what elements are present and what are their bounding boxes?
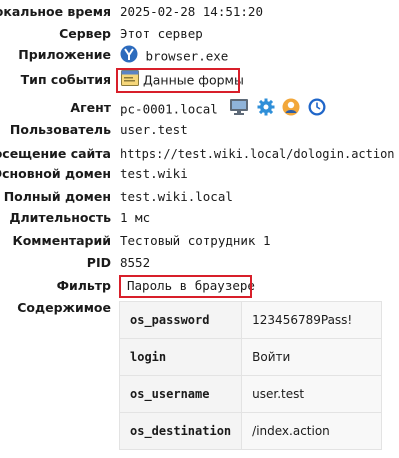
clock-icon[interactable] (308, 98, 326, 122)
application-label: Приложение (18, 47, 111, 62)
content-key: os_username (118, 375, 243, 413)
row-pid: PID 8552 (0, 253, 399, 273)
table-row: os_password 123456789Pass! (118, 301, 382, 339)
primary-domain-label: Основной домен (0, 166, 111, 181)
table-row: os_username user.test (118, 375, 382, 413)
content-value: user.test (241, 375, 382, 413)
server-label: Сервер (59, 26, 111, 41)
site-visit-label: Посещение сайта (0, 146, 111, 161)
full-domain-label: Полный домен (3, 189, 111, 204)
user-value: user.test (120, 122, 188, 137)
row-site-visit: Посещение сайта https://test.wiki.local/… (0, 144, 399, 164)
comment-value: Тестовый сотрудник 1 (120, 233, 271, 248)
row-user: Пользователь user.test (0, 120, 399, 140)
primary-domain-value: test.wiki (120, 166, 188, 181)
pid-label: PID (86, 255, 111, 270)
gear-icon[interactable] (257, 98, 275, 122)
content-key: os_password (118, 301, 243, 339)
user-icon[interactable] (282, 98, 300, 122)
filter-highlight (119, 275, 252, 298)
duration-label: Длительность (9, 210, 111, 225)
site-visit-value: https://test.wiki.local/dologin.action (120, 147, 395, 161)
duration-value: 1 мс (120, 210, 151, 225)
row-local-time: Локальное время 2025-02-28 14:51:20 (0, 2, 399, 22)
local-time-value: 2025-02-28 14:51:20 (120, 4, 263, 19)
row-application: Приложение browser.exe (0, 45, 399, 65)
application-value: browser.exe (145, 48, 229, 64)
row-comment: Комментарий Тестовый сотрудник 1 (0, 231, 399, 251)
content-table: os_password 123456789Pass! login Войти o… (118, 301, 382, 450)
content-value: Войти (241, 338, 382, 376)
application-value-wrap: browser.exe (120, 45, 228, 69)
agent-value: pc-0001.local (120, 101, 218, 117)
event-type-label: Тип события (20, 72, 111, 87)
pid-value: 8552 (120, 255, 151, 270)
comment-label: Комментарий (12, 233, 112, 248)
server-value: Этот сервер (120, 26, 203, 41)
row-server: Сервер Этот сервер (0, 24, 399, 44)
row-primary-domain: Основной домен test.wiki (0, 164, 399, 184)
table-row: login Войти (118, 338, 382, 376)
content-value: /index.action (241, 412, 382, 450)
content-key: login (118, 338, 243, 376)
table-row: os_destination /index.action (118, 412, 382, 450)
computer-icon[interactable] (229, 98, 249, 122)
agent-value-wrap: pc-0001.local (120, 98, 326, 122)
full-domain-value: test.wiki.local (120, 189, 233, 204)
content-label: Содержимое (17, 300, 111, 315)
agent-label: Агент (70, 100, 111, 115)
content-key: os_destination (118, 412, 243, 450)
row-duration: Длительность 1 мс (0, 208, 399, 228)
row-agent: Агент pc-0001.local (0, 98, 399, 118)
event-type-highlight (116, 68, 240, 93)
content-value: 123456789Pass! (241, 301, 382, 339)
row-full-domain: Полный домен test.wiki.local (0, 187, 399, 207)
user-label: Пользователь (9, 122, 111, 137)
browser-icon (120, 45, 138, 69)
filter-label: Фильтр (56, 278, 111, 293)
local-time-label: Локальное время (0, 4, 111, 19)
